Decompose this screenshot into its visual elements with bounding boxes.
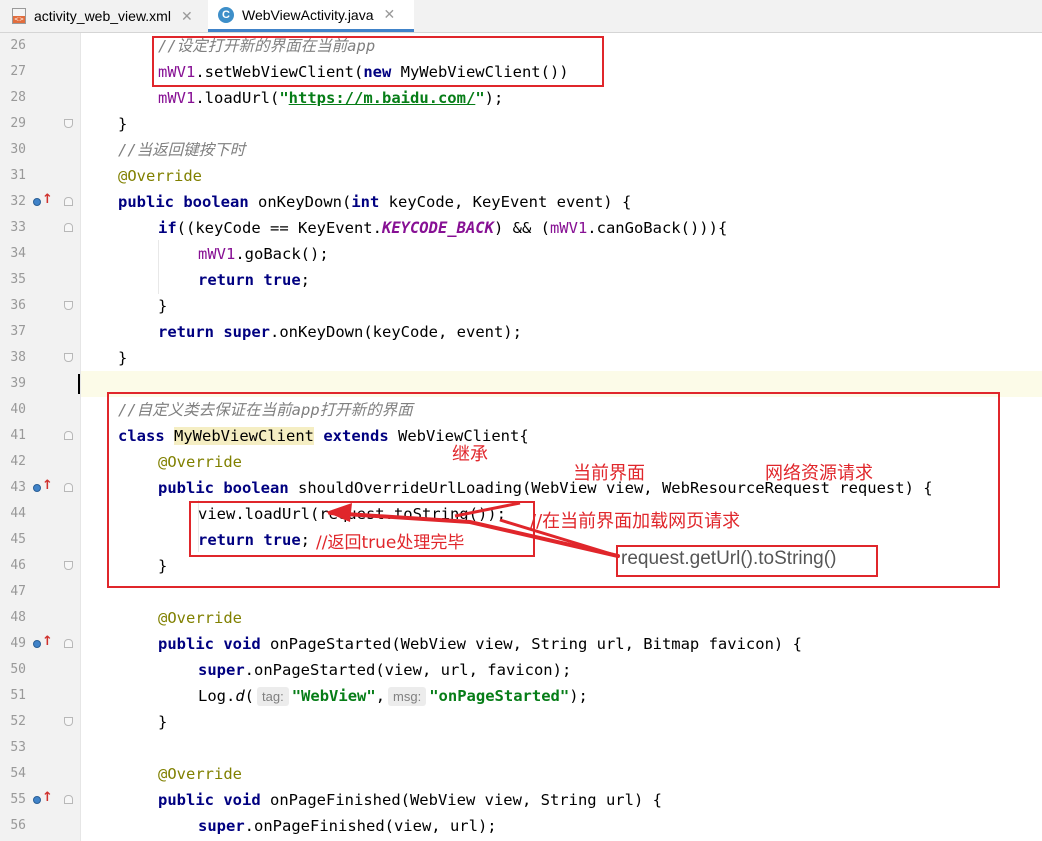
editor-tab-bar: activity_web_view.xml ✕ C WebViewActivit… [0, 0, 1042, 33]
code-line-33: if((keyCode == KeyEvent.KEYCODE_BACK) &&… [158, 219, 728, 237]
code-line-29: } [118, 115, 128, 133]
code-line-55: public void onPageFinished(WebView view,… [158, 791, 662, 809]
line-number: 26 [10, 38, 26, 53]
line-number: 31 [10, 168, 26, 183]
line-number: 40 [10, 402, 26, 417]
line-number: 30 [10, 142, 26, 157]
override-marker-icon[interactable]: ↑ [33, 478, 53, 494]
line-number: 47 [10, 584, 26, 599]
line-number: 29 [10, 116, 26, 131]
line-number: 45 [10, 532, 26, 547]
fold-start-icon[interactable] [64, 223, 73, 232]
gutter-divider [80, 33, 81, 841]
fold-end-icon[interactable] [64, 301, 73, 310]
fold-start-icon[interactable] [64, 431, 73, 440]
text-caret [78, 374, 80, 394]
line-number: 55 [10, 792, 26, 807]
java-class-icon: C [218, 6, 234, 23]
line-number: 56 [10, 818, 26, 833]
line-number: 43 [10, 480, 26, 495]
code-line-50: super.onPageStarted(view, url, favicon); [198, 661, 572, 679]
tab-webviewactivity-java[interactable]: C WebViewActivity.java ✕ [208, 0, 414, 32]
annotation-return-true: //返回true处理完毕 [316, 533, 465, 553]
line-number: 54 [10, 766, 26, 781]
code-line-49: public void onPageStarted(WebView view, … [158, 635, 802, 653]
line-number: 36 [10, 298, 26, 313]
line-number: 35 [10, 272, 26, 287]
code-line-30: //当返回键按下时 [118, 141, 246, 159]
code-line-34: mWV1.goBack(); [198, 245, 329, 263]
fold-end-icon[interactable] [64, 561, 73, 570]
xml-file-icon [12, 8, 26, 24]
line-number: 51 [10, 688, 26, 703]
code-line-31: @Override [118, 167, 202, 185]
line-number: 32 [10, 194, 26, 209]
fold-start-icon[interactable] [64, 197, 73, 206]
code-line-56: super.onPageFinished(view, url); [198, 817, 497, 835]
line-number: 38 [10, 350, 26, 365]
line-number: 41 [10, 428, 26, 443]
code-line-38: } [118, 349, 128, 367]
code-line-54: @Override [158, 765, 242, 783]
line-number: 48 [10, 610, 26, 625]
fold-end-icon[interactable] [64, 353, 73, 362]
code-line-51: Log.d(tag: "WebView", msg: "onPageStarted")… [198, 687, 588, 706]
fold-start-icon[interactable] [64, 639, 73, 648]
indent-guide [158, 240, 159, 294]
close-icon[interactable]: ✕ [384, 6, 396, 23]
code-line-48: @Override [158, 609, 242, 627]
annotation-current-page: 当前界面 [573, 463, 645, 484]
code-line-35: return true; [198, 271, 311, 289]
fold-start-icon[interactable] [64, 483, 73, 492]
param-hint-tag: tag: [257, 687, 289, 706]
tab-label: activity_web_view.xml [34, 8, 171, 24]
code-line-28: mWV1.loadUrl("https://m.baidu.com/"); [158, 89, 504, 107]
override-marker-icon[interactable]: ↑ [33, 790, 53, 806]
line-number: 44 [10, 506, 26, 521]
code-line-37: return super.onKeyDown(keyCode, event); [158, 323, 522, 341]
fold-end-icon[interactable] [64, 119, 73, 128]
line-number: 53 [10, 740, 26, 755]
line-number: 34 [10, 246, 26, 261]
tab-label: WebViewActivity.java [242, 6, 374, 23]
fold-end-icon[interactable] [64, 717, 73, 726]
code-line-52: } [158, 713, 168, 731]
line-number: 42 [10, 454, 26, 469]
fold-start-icon[interactable] [64, 795, 73, 804]
code-line-36: } [158, 297, 168, 315]
override-marker-icon[interactable]: ↑ [33, 192, 53, 208]
tab-activity-web-view-xml[interactable]: activity_web_view.xml ✕ [4, 0, 204, 32]
annotation-inherit: 继承 [452, 444, 488, 465]
line-number: 33 [10, 220, 26, 235]
param-hint-msg: msg: [388, 687, 427, 706]
line-number: 37 [10, 324, 26, 339]
annotation-load-current: //在当前界面加载网页请求 [530, 511, 741, 532]
line-number: 52 [10, 714, 26, 729]
line-number: 46 [10, 558, 26, 573]
url-link[interactable]: https://m.baidu.com/ [289, 89, 476, 107]
line-number: 50 [10, 662, 26, 677]
override-marker-icon[interactable]: ↑ [33, 634, 53, 650]
close-icon[interactable]: ✕ [181, 8, 193, 25]
line-number: 27 [10, 64, 26, 79]
line-number: 28 [10, 90, 26, 105]
code-line-32: public boolean onKeyDown(int keyCode, Ke… [118, 193, 632, 211]
line-number: 49 [10, 636, 26, 651]
line-number: 39 [10, 376, 26, 391]
annotation-box-setclient [152, 36, 604, 87]
annotation-request-url: request.getUrl().toString() [621, 548, 837, 569]
annotation-network-request: 网络资源请求 [765, 463, 873, 484]
